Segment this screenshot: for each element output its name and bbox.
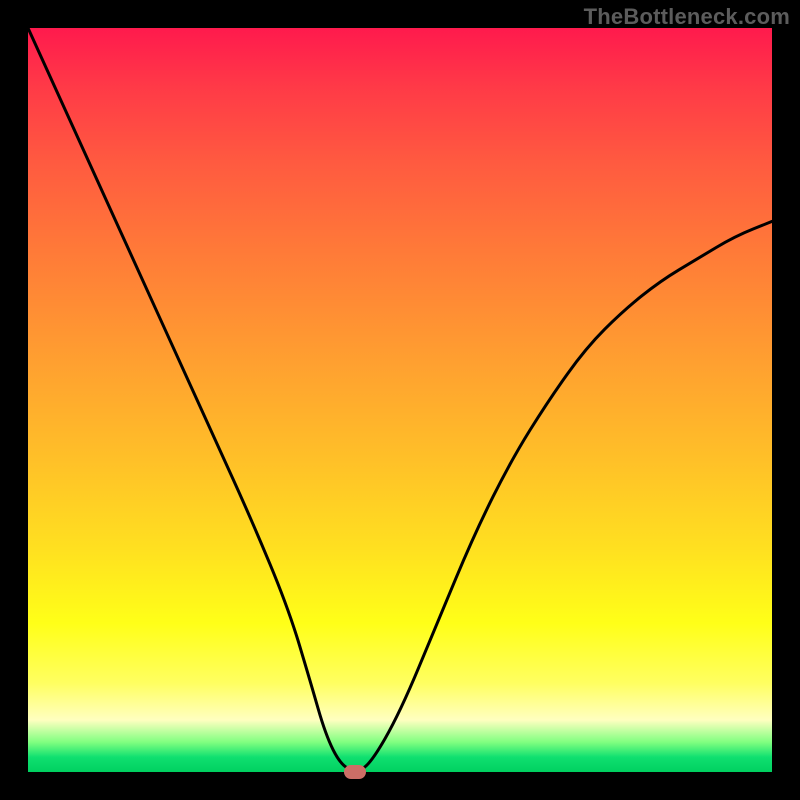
chart-plot-area — [28, 28, 772, 772]
watermark-text: TheBottleneck.com — [584, 4, 790, 30]
bottleneck-curve — [28, 28, 772, 772]
optimal-point-marker — [344, 765, 366, 779]
